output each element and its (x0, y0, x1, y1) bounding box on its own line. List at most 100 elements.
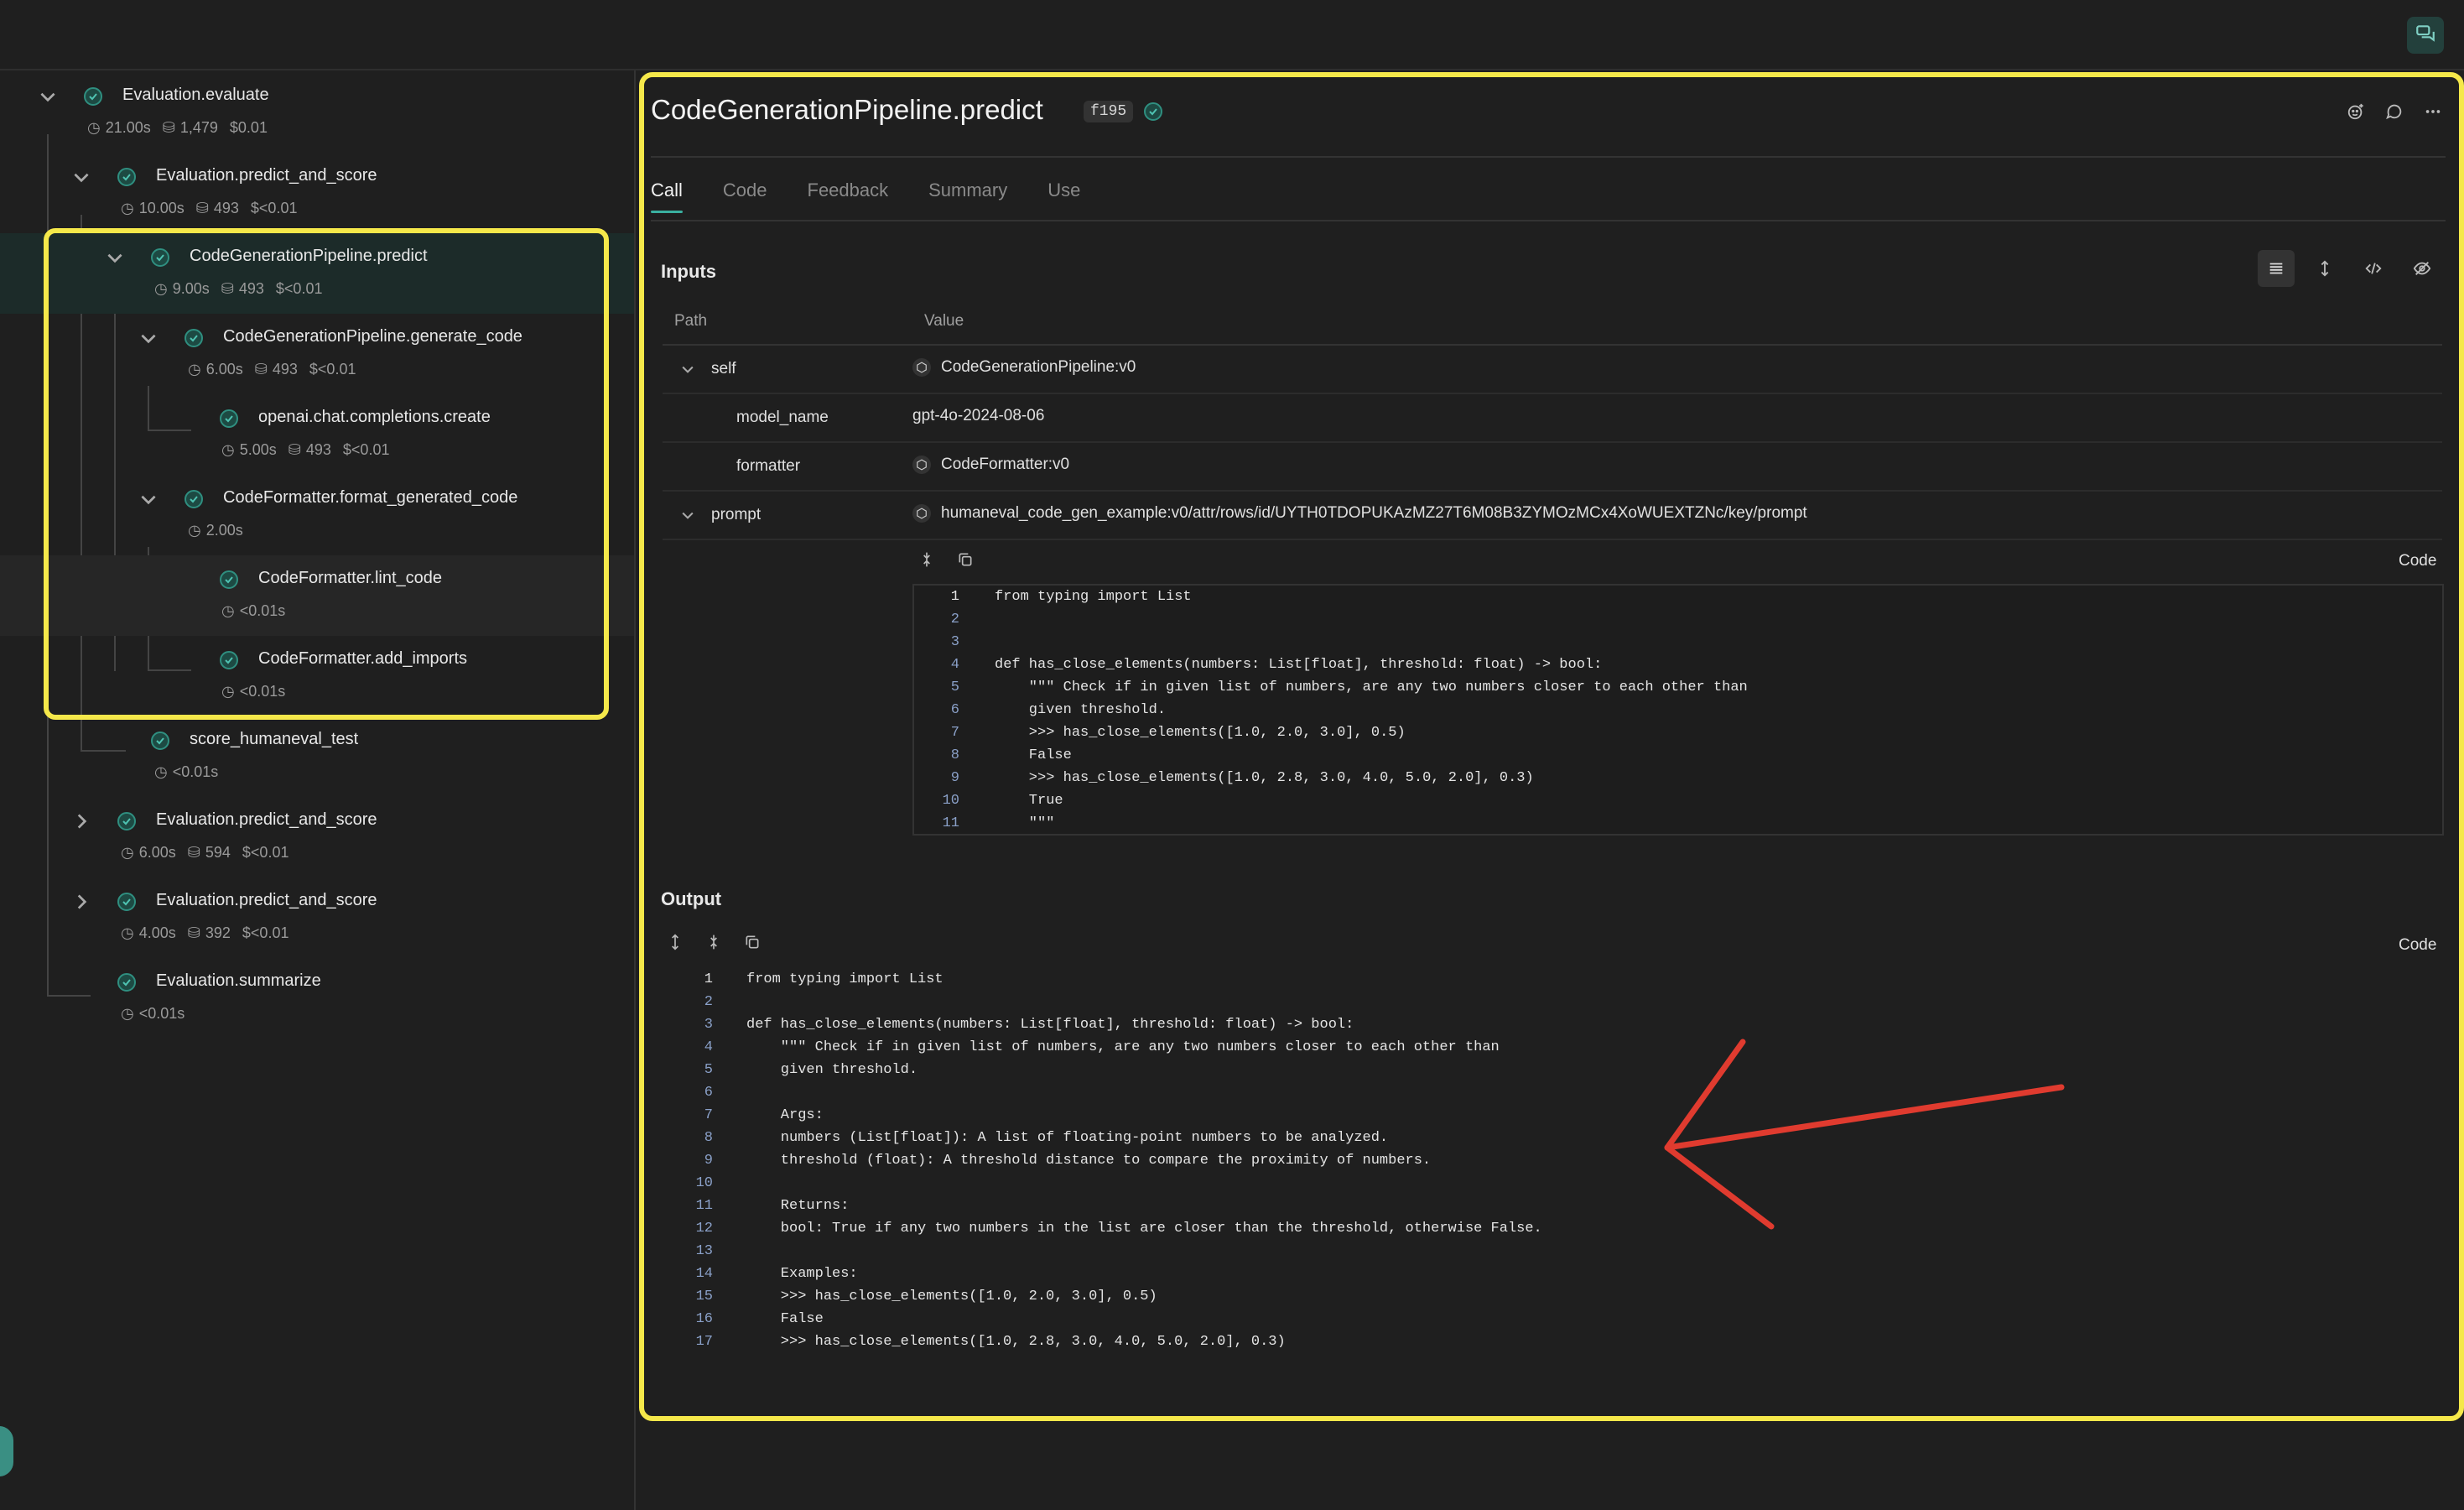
code-line: 6 (663, 1081, 2441, 1104)
input-row-prompt[interactable]: prompt humaneval_code_gen_example:v0/att… (663, 492, 2442, 540)
more-options-icon[interactable] (2422, 101, 2444, 122)
code-text: numbers (List[float]): A list of floatin… (746, 1130, 1389, 1146)
reaction-icon[interactable] (2345, 101, 2367, 122)
success-status-icon (220, 570, 238, 589)
tree-row-evaluation-evaluate[interactable]: Evaluation.evaluate ◷ 21.00s ⛁ 1,479 $0.01 (0, 72, 634, 153)
prompt-code-toolbar (918, 550, 975, 569)
tree-row-codegen-predict[interactable]: CodeGenerationPipeline.predict ◷ 9.00s ⛁ 4… (0, 233, 634, 314)
node-name: CodeGenerationPipeline.predict (190, 247, 428, 265)
line-number: 12 (695, 1221, 713, 1237)
tab-feedback[interactable]: Feedback (808, 180, 889, 213)
chevron-down-icon[interactable] (70, 166, 92, 188)
input-value-text: humaneval_code_gen_example:v0/attr/rows/… (941, 504, 1807, 522)
collapse-icon[interactable] (704, 933, 723, 951)
tab-summary[interactable]: Summary (928, 180, 1007, 213)
input-row-self[interactable]: self CodeGenerationPipeline:v0 (663, 346, 2442, 394)
input-value[interactable]: CodeGenerationPipeline:v0 (912, 358, 1136, 377)
code-text: from typing import List (995, 589, 1192, 605)
threads-toggle-button[interactable] (2407, 17, 2444, 54)
node-name: openai.chat.completions.create (258, 408, 491, 426)
line-number: 3 (950, 634, 959, 650)
clock-icon: ◷ (221, 441, 235, 458)
floating-help-button[interactable] (0, 1426, 13, 1476)
code-view-icon[interactable] (2355, 250, 2392, 287)
tree-row-predict-and-score-3[interactable]: Evaluation.predict_and_score ◷ 4.00s ⛁ 392… (0, 877, 634, 958)
code-line: 11 """ (914, 812, 2442, 834)
call-id-badge[interactable]: f195 (1084, 101, 1134, 122)
node-tokens: 1,479 (179, 119, 218, 136)
input-value[interactable]: humaneval_code_gen_example:v0/attr/rows/… (912, 504, 1807, 523)
code-text: threshold (float): A threshold distance … (746, 1153, 1432, 1169)
list-view-icon[interactable] (2258, 250, 2295, 287)
output-code-editor[interactable]: 1 from typing import List 2 3 def has_close_… (663, 968, 2441, 1347)
clock-icon: ◷ (87, 119, 101, 136)
chevron-down-icon[interactable] (679, 507, 696, 523)
tree-row-score-humaneval[interactable]: score_humaneval_test ◷ <0.01s (0, 716, 634, 797)
comment-icon[interactable] (2383, 101, 2405, 122)
node-tokens: 594 (205, 844, 231, 861)
line-number: 3 (704, 1017, 713, 1033)
tab-use[interactable]: Use (1047, 180, 1080, 213)
code-line: 10 (663, 1172, 2441, 1195)
line-number: 16 (695, 1311, 713, 1327)
copy-icon[interactable] (743, 933, 762, 951)
node-meta: ◷ <0.01s (154, 763, 218, 781)
tree-row-add-imports[interactable]: CodeFormatter.add_imports ◷ <0.01s (0, 636, 634, 716)
code-line: 2 (914, 608, 2442, 631)
success-status-icon (117, 812, 136, 830)
copy-icon[interactable] (956, 550, 975, 569)
tree-row-summarize[interactable]: Evaluation.summarize ◷ <0.01s (0, 958, 634, 1039)
clock-icon: ◷ (221, 602, 235, 619)
success-status-icon (185, 490, 203, 508)
tab-call[interactable]: Call (651, 180, 683, 213)
chevron-down-icon[interactable] (37, 86, 59, 107)
clock-icon: ◷ (121, 844, 134, 861)
chevron-down-icon[interactable] (138, 488, 159, 510)
collapse-icon[interactable] (918, 550, 936, 569)
input-row-formatter[interactable]: formatter CodeFormatter:v0 (663, 443, 2442, 492)
chevron-right-icon[interactable] (70, 810, 92, 832)
node-name: Evaluation.predict_and_score (156, 891, 377, 909)
tree-row-openai-create[interactable]: openai.chat.completions.create ◷ 5.00s ⛁ 4… (0, 394, 634, 475)
code-language-label[interactable]: Code (2399, 936, 2436, 955)
prompt-code-editor[interactable]: 1 from typing import List 2 3 4 def has_close… (912, 584, 2444, 836)
node-cost: $<0.01 (309, 361, 356, 378)
code-text: """ Check if in given list of numbers, a… (995, 680, 1748, 695)
expand-icon[interactable] (666, 933, 684, 951)
code-line: 2 (663, 991, 2441, 1013)
node-name: CodeFormatter.lint_code (258, 569, 443, 587)
tree-row-predict-and-score[interactable]: Evaluation.predict_and_score ◷ 10.00s ⛁ 49… (0, 153, 634, 233)
success-status-icon (117, 973, 136, 992)
tree-row-lint-code[interactable]: CodeFormatter.lint_code ◷ <0.01s (0, 555, 634, 636)
chevron-down-icon[interactable] (104, 247, 126, 268)
tab-code[interactable]: Code (723, 180, 767, 213)
code-language-label[interactable]: Code (2399, 552, 2436, 570)
chevron-down-icon[interactable] (138, 327, 159, 349)
code-line: 10 True (914, 789, 2442, 812)
expand-rows-icon[interactable] (2306, 250, 2343, 287)
node-cost: $<0.01 (250, 200, 298, 216)
tree-row-format-generated-code[interactable]: CodeFormatter.format_generated_code ◷ 2.0… (0, 475, 634, 555)
node-name: CodeFormatter.format_generated_code (223, 488, 518, 507)
annotation-arrow (1664, 1039, 2065, 1230)
chevron-down-icon[interactable] (679, 361, 696, 378)
inputs-toolbar (2258, 250, 2441, 287)
input-path: formatter (736, 457, 801, 475)
chevron-right-icon[interactable] (70, 891, 92, 913)
line-number: 9 (950, 770, 959, 786)
tree-row-predict-and-score-2[interactable]: Evaluation.predict_and_score ◷ 6.00s ⛁ 594… (0, 797, 634, 877)
tree-row-generate-code[interactable]: CodeGenerationPipeline.generate_code ◷ 6.… (0, 314, 634, 394)
node-meta: ◷ 5.00s ⛁ 493 $<0.01 (221, 441, 389, 459)
hide-icon[interactable] (2404, 250, 2441, 287)
code-text: >>> has_close_elements([1.0, 2.8, 3.0, 4… (995, 770, 1534, 786)
line-number: 4 (950, 657, 959, 673)
node-cost: $<0.01 (342, 441, 390, 458)
line-number: 4 (704, 1039, 713, 1055)
object-ref-icon (912, 504, 931, 523)
node-duration: 6.00s (138, 844, 176, 861)
tokens-icon: ⛁ (187, 844, 200, 861)
line-number: 6 (704, 1085, 713, 1101)
code-text: Returns: (746, 1198, 850, 1214)
input-value[interactable]: CodeFormatter:v0 (912, 456, 1069, 474)
node-duration: 21.00s (105, 119, 151, 136)
